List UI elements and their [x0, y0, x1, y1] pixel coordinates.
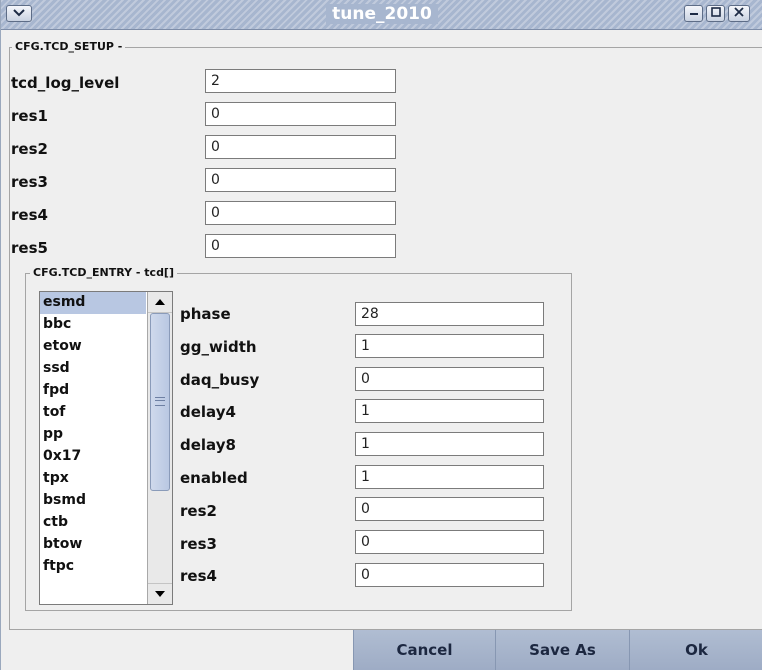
- entry-res3-field[interactable]: 0: [355, 530, 544, 554]
- phase-field[interactable]: 28: [355, 302, 544, 326]
- delay4-field[interactable]: 1: [355, 399, 544, 423]
- setup-label-res2: res2: [11, 140, 48, 158]
- entry-label-res3: res3: [180, 535, 217, 553]
- list-item[interactable]: ctb: [40, 512, 146, 534]
- tcd-log-level-field[interactable]: 2: [205, 69, 396, 93]
- setup-label-res3: res3: [11, 173, 48, 191]
- save-as-button[interactable]: Save As: [495, 630, 629, 670]
- res4-field[interactable]: 0: [205, 201, 396, 225]
- entry-label-enabled: enabled: [180, 469, 248, 487]
- setup-group-title: CFG.TCD_SETUP -: [12, 40, 126, 54]
- list-item[interactable]: ssd: [40, 358, 146, 380]
- close-icon: [734, 7, 744, 20]
- enabled-field[interactable]: 1: [355, 465, 544, 489]
- setup-label-res4: res4: [11, 206, 48, 224]
- maximize-icon: [710, 7, 721, 20]
- entry-label-gg-width: gg_width: [180, 338, 257, 356]
- setup-label-tcd-log-level: tcd_log_level: [11, 74, 120, 92]
- list-item[interactable]: ftpc: [40, 556, 146, 578]
- entry-label-res2: res2: [180, 502, 217, 520]
- minimize-button[interactable]: [684, 5, 703, 22]
- list-item[interactable]: pp: [40, 424, 146, 446]
- daq-busy-field[interactable]: 0: [355, 367, 544, 391]
- entry-label-daq-busy: daq_busy: [180, 371, 260, 389]
- list-item[interactable]: bsmd: [40, 490, 146, 512]
- entry-res2-field[interactable]: 0: [355, 497, 544, 521]
- list-item[interactable]: fpd: [40, 380, 146, 402]
- gg-width-field[interactable]: 1: [355, 334, 544, 358]
- list-item[interactable]: tof: [40, 402, 146, 424]
- window-title: tune_2010: [326, 4, 438, 24]
- dialog-window: tune_2010 CFG.TCD_SETUP - tcd_log_level …: [0, 0, 762, 670]
- minimize-icon: [689, 7, 699, 20]
- entry-label-delay8: delay8: [180, 436, 236, 454]
- arrow-down-icon: [154, 588, 166, 601]
- entry-label-phase: phase: [180, 305, 231, 323]
- list-item[interactable]: bbc: [40, 314, 146, 336]
- list-item[interactable]: btow: [40, 534, 146, 556]
- tcd-entry-list[interactable]: esmd bbc etow ssd fpd tof pp 0x17 tpx bsmd ctb btow…: [39, 291, 173, 605]
- ok-button[interactable]: Ok: [629, 630, 762, 670]
- scroll-down-button[interactable]: [148, 583, 172, 604]
- res1-field[interactable]: 0: [205, 102, 396, 126]
- entry-group-title: CFG.TCD_ENTRY - tcd[]: [30, 266, 177, 280]
- res5-field[interactable]: 0: [205, 234, 396, 258]
- maximize-button[interactable]: [706, 5, 725, 22]
- list-item[interactable]: tpx: [40, 468, 146, 490]
- delay8-field[interactable]: 1: [355, 432, 544, 456]
- arrow-up-icon: [154, 296, 166, 309]
- grip-icon: [155, 397, 165, 406]
- res2-field[interactable]: 0: [205, 135, 396, 159]
- scroll-thumb[interactable]: [150, 313, 170, 491]
- entry-res4-field[interactable]: 0: [355, 563, 544, 587]
- close-button[interactable]: [728, 5, 750, 22]
- list-items: esmd bbc etow ssd fpd tof pp 0x17 tpx bsmd ctb btow…: [40, 292, 146, 578]
- list-item[interactable]: etow: [40, 336, 146, 358]
- button-bar: [1, 630, 353, 670]
- list-scrollbar[interactable]: [147, 292, 172, 604]
- res3-field[interactable]: 0: [205, 168, 396, 192]
- scroll-up-button[interactable]: [148, 292, 172, 313]
- setup-label-res1: res1: [11, 107, 48, 125]
- entry-label-res4: res4: [180, 567, 217, 585]
- setup-label-res5: res5: [11, 239, 48, 257]
- list-item[interactable]: esmd: [40, 292, 146, 314]
- cancel-button[interactable]: Cancel: [353, 630, 495, 670]
- entry-label-delay4: delay4: [180, 403, 236, 421]
- list-item[interactable]: 0x17: [40, 446, 146, 468]
- title-bar[interactable]: tune_2010: [1, 0, 762, 30]
